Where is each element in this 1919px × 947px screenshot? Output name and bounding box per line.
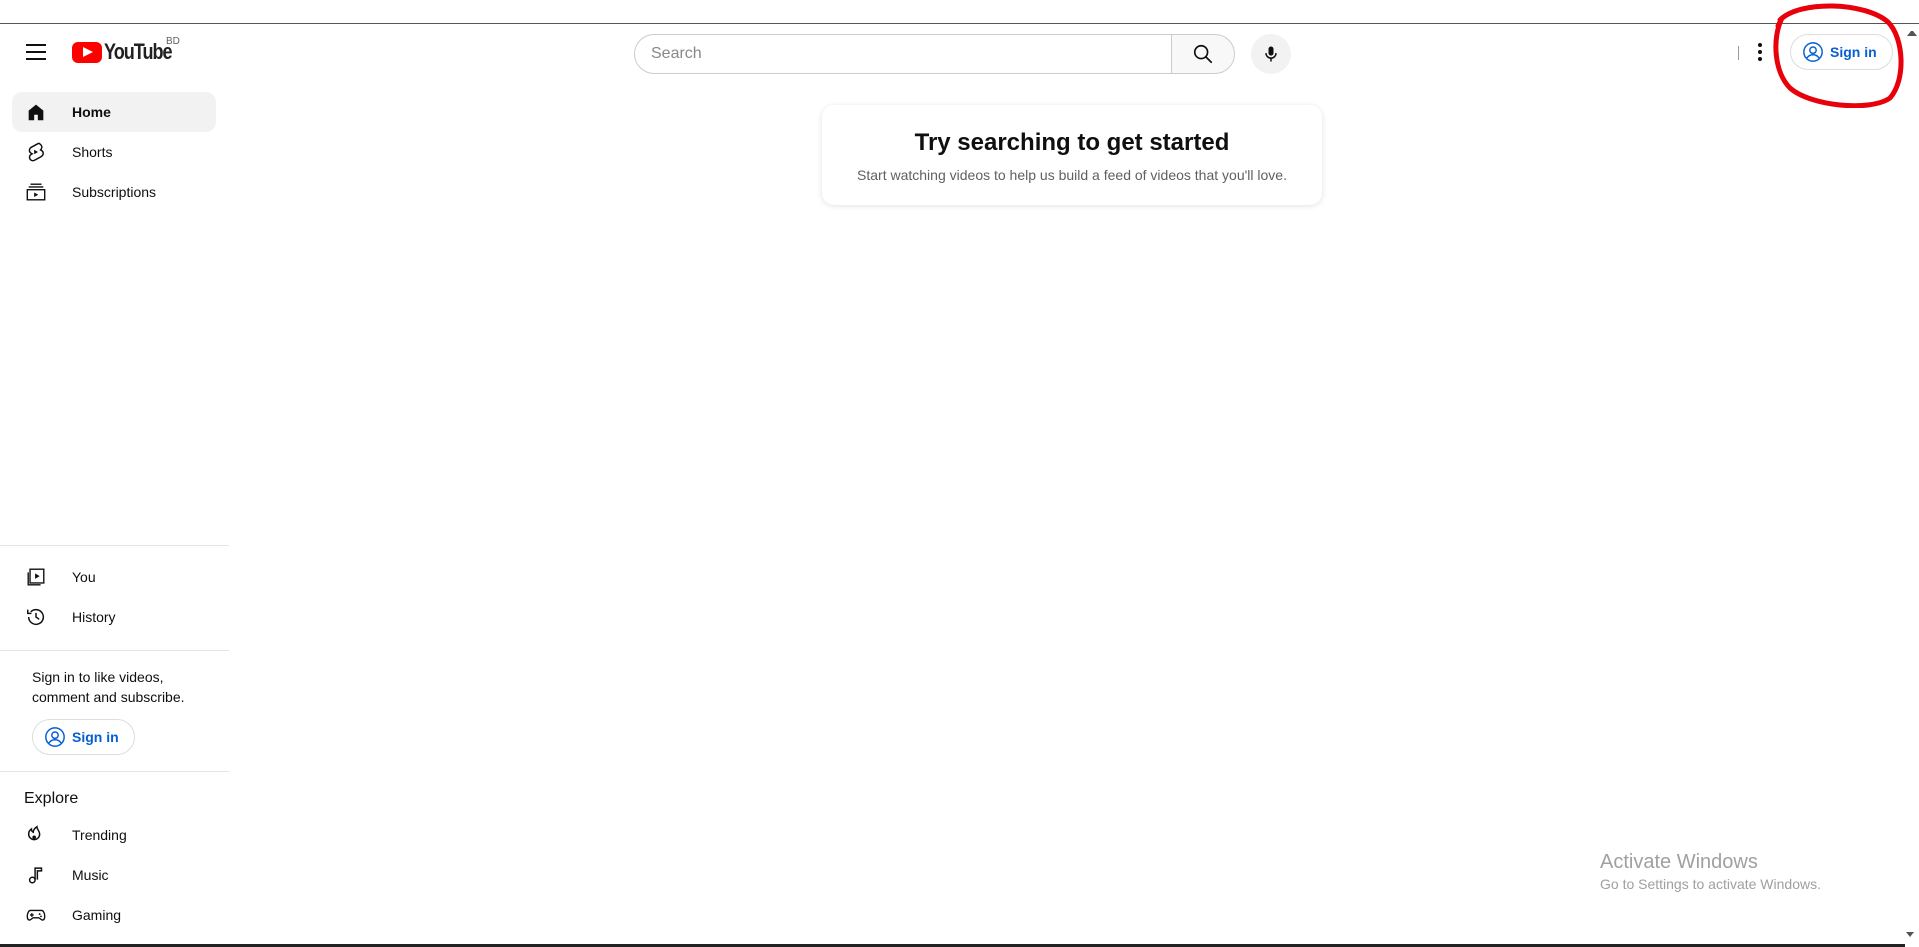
masthead: YouTube BD Sign in bbox=[0, 24, 1919, 80]
youtube-logo[interactable]: YouTube BD bbox=[72, 36, 186, 66]
sidebar-item-gaming[interactable]: Gaming bbox=[12, 895, 216, 935]
you-icon bbox=[24, 565, 48, 589]
search-bar bbox=[634, 34, 1291, 74]
sidebar-item-trending[interactable]: Trending bbox=[12, 815, 216, 855]
sidebar-item-label: Trending bbox=[72, 827, 127, 843]
sidebar-item-music[interactable]: Music bbox=[12, 855, 216, 895]
gaming-icon bbox=[24, 903, 48, 927]
toolbar-divider bbox=[1738, 46, 1739, 60]
search-button[interactable] bbox=[1171, 34, 1235, 74]
sidebar-item-label: Subscriptions bbox=[72, 184, 157, 200]
sidebar: Home Shorts Subscriptions You History Si… bbox=[0, 80, 229, 947]
sidebar-sign-in-button[interactable]: Sign in bbox=[32, 719, 135, 755]
signin-prompt-text: Sign in to like videos, comment and subs… bbox=[32, 669, 185, 705]
empty-feed-card: Try searching to get started Start watch… bbox=[822, 105, 1322, 205]
watermark-title: Activate Windows bbox=[1600, 851, 1758, 873]
music-icon bbox=[24, 863, 48, 887]
sidebar-item-label: History bbox=[72, 609, 116, 625]
sidebar-divider bbox=[0, 771, 229, 772]
sidebar-item-label: Home bbox=[72, 104, 111, 120]
sidebar-item-subscriptions[interactable]: Subscriptions bbox=[12, 172, 216, 212]
search-input[interactable] bbox=[634, 34, 1171, 74]
country-code: BD bbox=[166, 36, 180, 47]
trending-icon bbox=[24, 823, 48, 847]
sidebar-item-label: Music bbox=[72, 867, 109, 883]
activate-windows-watermark: Activate Windows Go to Settings to activ… bbox=[1600, 851, 1821, 892]
scrollbar-up-arrow[interactable] bbox=[1907, 28, 1917, 36]
sidebar-item-label: You bbox=[72, 569, 96, 585]
account-circle-icon bbox=[45, 727, 65, 747]
watermark-subtitle: Go to Settings to activate Windows. bbox=[1600, 876, 1821, 892]
sidebar-item-label: Gaming bbox=[72, 907, 122, 923]
logo-wordmark: YouTube bbox=[104, 39, 173, 64]
scrollbar-down-arrow[interactable] bbox=[1906, 932, 1914, 937]
empty-feed-title: Try searching to get started bbox=[914, 129, 1230, 156]
empty-feed-subtitle: Start watching videos to help us build a… bbox=[857, 167, 1287, 183]
sidebar-item-shorts[interactable]: Shorts bbox=[12, 132, 216, 172]
sign-in-button[interactable]: Sign in bbox=[1790, 34, 1893, 70]
more-options-icon[interactable] bbox=[1748, 34, 1772, 70]
sidebar-item-you[interactable]: You bbox=[12, 557, 216, 597]
youtube-play-icon bbox=[72, 41, 102, 63]
explore-heading: Explore bbox=[24, 790, 79, 807]
browser-top-strip bbox=[0, 0, 1919, 24]
sidebar-item-label: Shorts bbox=[72, 144, 113, 160]
sidebar-divider bbox=[0, 545, 229, 546]
sidebar-divider bbox=[0, 650, 229, 651]
shorts-icon bbox=[24, 140, 48, 164]
subscriptions-icon bbox=[24, 180, 48, 204]
sidebar-item-history[interactable]: History bbox=[12, 597, 216, 637]
search-icon bbox=[1193, 44, 1213, 64]
home-icon bbox=[24, 100, 48, 124]
sign-in-label: Sign in bbox=[1830, 44, 1877, 60]
voice-search-button[interactable] bbox=[1251, 34, 1291, 74]
microphone-icon bbox=[1265, 46, 1277, 62]
sidebar-item-home[interactable]: Home bbox=[12, 92, 216, 132]
menu-icon[interactable] bbox=[18, 34, 54, 70]
sign-in-label: Sign in bbox=[72, 729, 119, 745]
account-circle-icon bbox=[1803, 42, 1823, 62]
history-icon bbox=[24, 605, 48, 629]
